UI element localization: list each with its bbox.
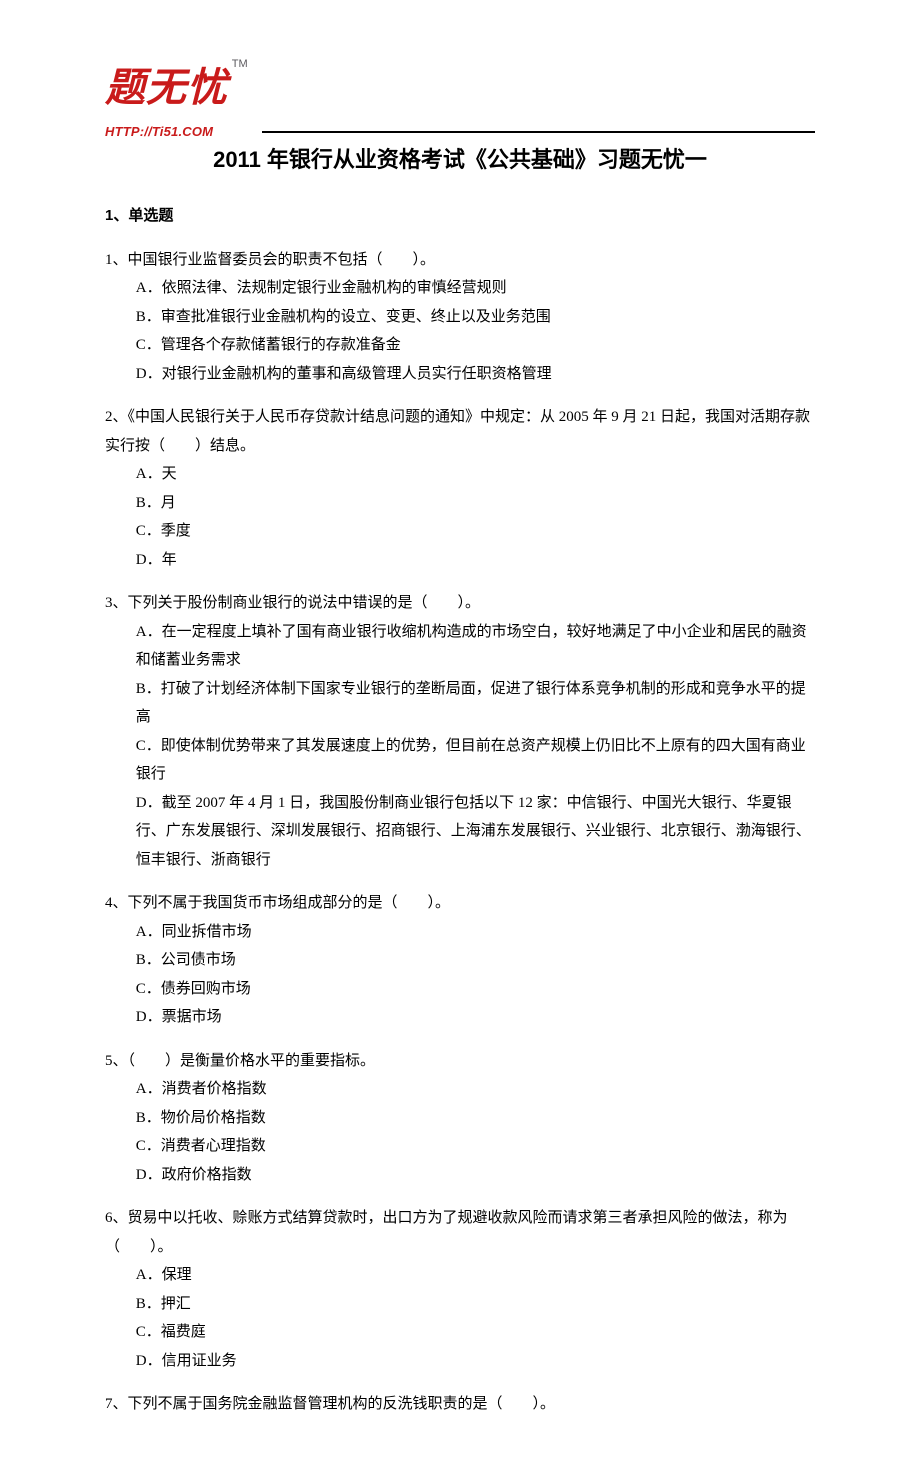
option-a: A．同业拆借市场 xyxy=(136,918,815,947)
option-d: D．对银行业金融机构的董事和高级管理人员实行任职资格管理 xyxy=(136,360,815,389)
question-stem: 1、中国银行业监督委员会的职责不包括（ ）。 xyxy=(105,246,815,275)
option-a: A．保理 xyxy=(136,1261,815,1290)
question-5: 5、（ ）是衡量价格水平的重要指标。 A．消费者价格指数 B．物价局价格指数 C… xyxy=(105,1047,815,1190)
logo-tm: TM xyxy=(232,58,248,70)
question-6: 6、贸易中以托收、赊账方式结算贷款时，出口方为了规避收款风险而请求第三者承担风险… xyxy=(105,1204,815,1375)
option-c: C．债券回购市场 xyxy=(136,975,815,1004)
option-d: D．截至 2007 年 4 月 1 日，我国股份制商业银行包括以下 12 家：中… xyxy=(136,789,815,875)
option-c: C．福费庭 xyxy=(136,1318,815,1347)
option-b: B．审查批准银行业金融机构的设立、变更、终止以及业务范围 xyxy=(136,303,815,332)
question-stem: 7、下列不属于国务院金融监督管理机构的反洗钱职责的是（ ）。 xyxy=(105,1390,815,1419)
option-d: D．票据市场 xyxy=(136,1003,815,1032)
question-7: 7、下列不属于国务院金融监督管理机构的反洗钱职责的是（ ）。 xyxy=(105,1390,815,1419)
option-c: C．管理各个存款储蓄银行的存款准备金 xyxy=(136,331,815,360)
question-stem: 3、下列关于股份制商业银行的说法中错误的是（ ）。 xyxy=(105,589,815,618)
question-stem: 5、（ ）是衡量价格水平的重要指标。 xyxy=(105,1047,815,1076)
question-stem: 6、贸易中以托收、赊账方式结算贷款时，出口方为了规避收款风险而请求第三者承担风险… xyxy=(105,1204,815,1261)
page-title: 2011 年银行从业资格考试《公共基础》习题无忧一 xyxy=(105,139,815,181)
option-list: A．在一定程度上填补了国有商业银行收缩机构造成的市场空白，较好地满足了中小企业和… xyxy=(105,618,815,875)
option-list: A．同业拆借市场 B．公司债市场 C．债券回购市场 D．票据市场 xyxy=(105,918,815,1032)
option-d: D．政府价格指数 xyxy=(136,1161,815,1190)
option-b: B．押汇 xyxy=(136,1290,815,1319)
option-c: C．消费者心理指数 xyxy=(136,1132,815,1161)
question-2: 2、《中国人民银行关于人民币存贷款计结息问题的通知》中规定：从 2005 年 9… xyxy=(105,403,815,574)
question-stem: 2、《中国人民银行关于人民币存贷款计结息问题的通知》中规定：从 2005 年 9… xyxy=(105,403,815,460)
option-list: A．依照法律、法规制定银行业金融机构的审慎经营规则 B．审查批准银行业金融机构的… xyxy=(105,274,815,388)
question-3: 3、下列关于股份制商业银行的说法中错误的是（ ）。 A．在一定程度上填补了国有商… xyxy=(105,589,815,874)
option-a: A．在一定程度上填补了国有商业银行收缩机构造成的市场空白，较好地满足了中小企业和… xyxy=(136,618,815,675)
option-a: A．天 xyxy=(136,460,815,489)
header-separator xyxy=(262,131,815,133)
option-b: B．公司债市场 xyxy=(136,946,815,975)
option-list: A．保理 B．押汇 C．福费庭 D．信用证业务 xyxy=(105,1261,815,1375)
logo-text-cn: 题无忧 xyxy=(105,66,228,110)
option-list: A．消费者价格指数 B．物价局价格指数 C．消费者心理指数 D．政府价格指数 xyxy=(105,1075,815,1189)
option-a: A．消费者价格指数 xyxy=(136,1075,815,1104)
option-b: B．物价局价格指数 xyxy=(136,1104,815,1133)
question-1: 1、中国银行业监督委员会的职责不包括（ ）。 A．依照法律、法规制定银行业金融机… xyxy=(105,246,815,389)
option-a: A．依照法律、法规制定银行业金融机构的审慎经营规则 xyxy=(136,274,815,303)
section-heading: 1、单选题 xyxy=(105,202,815,231)
option-b: B．打破了计划经济体制下国家专业银行的垄断局面，促进了银行体系竞争机制的形成和竞… xyxy=(136,675,815,732)
option-d: D．信用证业务 xyxy=(136,1347,815,1376)
option-b: B．月 xyxy=(136,489,815,518)
option-c: C．即使体制优势带来了其发展速度上的优势，但目前在总资产规模上仍旧比不上原有的四… xyxy=(136,732,815,789)
option-c: C．季度 xyxy=(136,517,815,546)
question-stem: 4、下列不属于我国货币市场组成部分的是（ ）。 xyxy=(105,889,815,918)
question-4: 4、下列不属于我国货币市场组成部分的是（ ）。 A．同业拆借市场 B．公司债市场… xyxy=(105,889,815,1032)
option-list: A．天 B．月 C．季度 D．年 xyxy=(105,460,815,574)
option-d: D．年 xyxy=(136,546,815,575)
